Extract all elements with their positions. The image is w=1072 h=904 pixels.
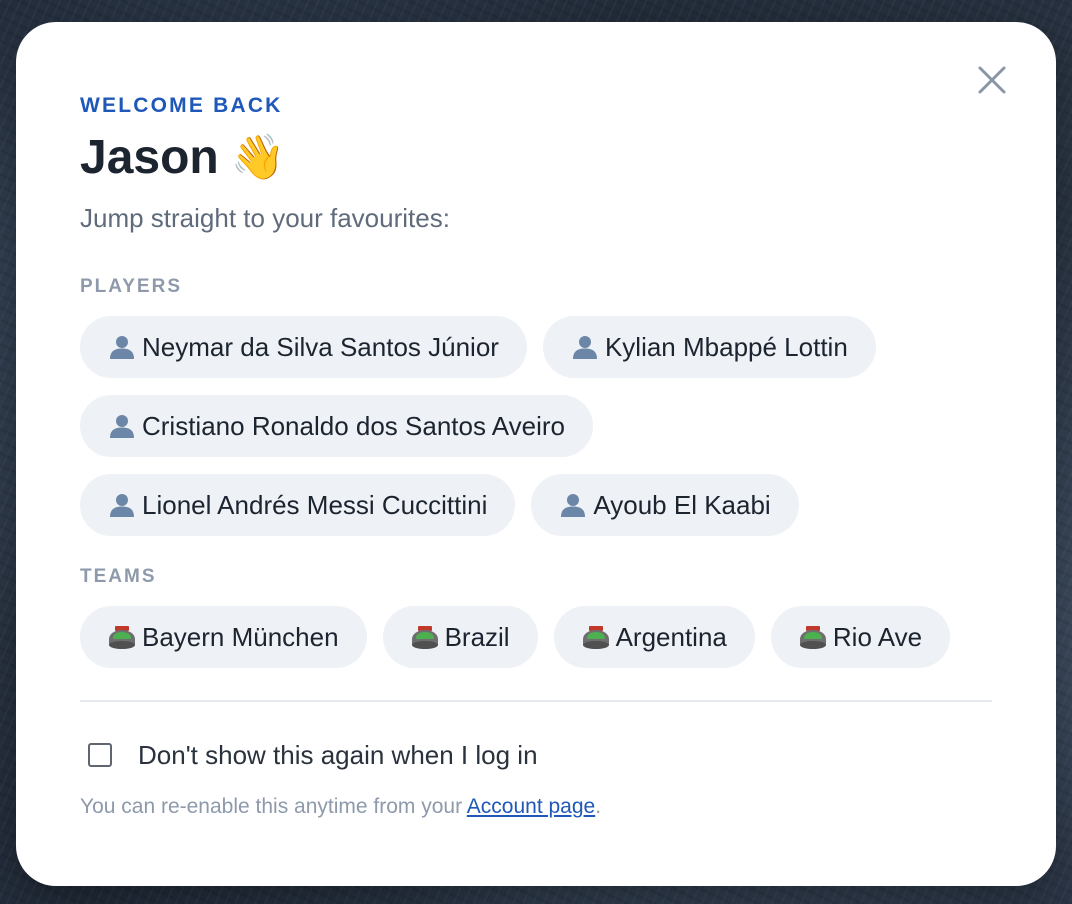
player-chip-label: Kylian Mbappé Lottin	[604, 331, 848, 362]
player-chip-label: Lionel Andrés Messi Cuccittini	[142, 489, 488, 520]
stadium-icon	[582, 623, 610, 651]
player-chip[interactable]: Ayoub El Kaabi	[531, 474, 799, 536]
footnote: You can re-enable this anytime from your…	[80, 794, 992, 820]
player-chip-label: Cristiano Ronaldo dos Santos Aveiro	[142, 410, 565, 441]
dont-show-again-checkbox[interactable]	[88, 743, 112, 767]
close-button[interactable]	[972, 60, 1012, 100]
team-chip[interactable]: Rio Ave	[770, 606, 951, 668]
welcome-eyebrow: WELCOME BACK	[80, 94, 283, 117]
team-chip-label: Brazil	[444, 621, 510, 652]
teams-chip-list: Bayern München Brazil Argentina Rio Ave	[80, 606, 992, 668]
team-chip-label: Bayern München	[142, 621, 339, 652]
stadium-icon	[108, 623, 136, 651]
welcome-modal: WELCOME BACK Jason 👋 Jump straight to yo…	[16, 22, 1056, 886]
team-chip[interactable]: Bayern München	[80, 606, 367, 668]
page-title: Jason 👋	[80, 130, 992, 186]
player-chip-label: Ayoub El Kaabi	[593, 489, 771, 520]
subtitle: Jump straight to your favourites:	[80, 203, 450, 233]
team-chip[interactable]: Argentina	[553, 606, 755, 668]
team-chip-label: Rio Ave	[832, 621, 923, 652]
close-icon	[978, 66, 1006, 94]
team-chip[interactable]: Brazil	[382, 606, 538, 668]
wave-hand-icon: 👋	[230, 132, 286, 183]
player-chip[interactable]: Lionel Andrés Messi Cuccittini	[80, 474, 516, 536]
player-chip[interactable]: Kylian Mbappé Lottin	[542, 316, 876, 378]
player-chip[interactable]: Cristiano Ronaldo dos Santos Aveiro	[80, 395, 593, 457]
footnote-suffix: .	[595, 795, 602, 818]
account-page-link[interactable]: Account page	[467, 795, 595, 818]
player-chip[interactable]: Neymar da Silva Santos Júnior	[80, 316, 527, 378]
user-name: Jason	[80, 131, 219, 184]
teams-section-label: TEAMS	[80, 566, 157, 587]
stadium-icon	[411, 623, 439, 651]
person-icon	[571, 333, 599, 361]
players-chip-list: Neymar da Silva Santos Júnior Kylian Mba…	[80, 316, 992, 536]
stadium-icon	[799, 623, 827, 651]
person-icon	[108, 412, 136, 440]
person-icon	[559, 491, 587, 519]
person-icon	[108, 333, 136, 361]
person-icon	[108, 491, 136, 519]
team-chip-label: Argentina	[615, 621, 727, 652]
player-chip-label: Neymar da Silva Santos Júnior	[142, 331, 499, 362]
footnote-prefix: You can re-enable this anytime from your	[80, 795, 467, 818]
players-section-label: PLAYERS	[80, 276, 182, 297]
dont-show-again-row: Don't show this again when I log in	[88, 740, 992, 770]
dont-show-again-label[interactable]: Don't show this again when I log in	[138, 740, 538, 770]
divider	[80, 700, 992, 702]
